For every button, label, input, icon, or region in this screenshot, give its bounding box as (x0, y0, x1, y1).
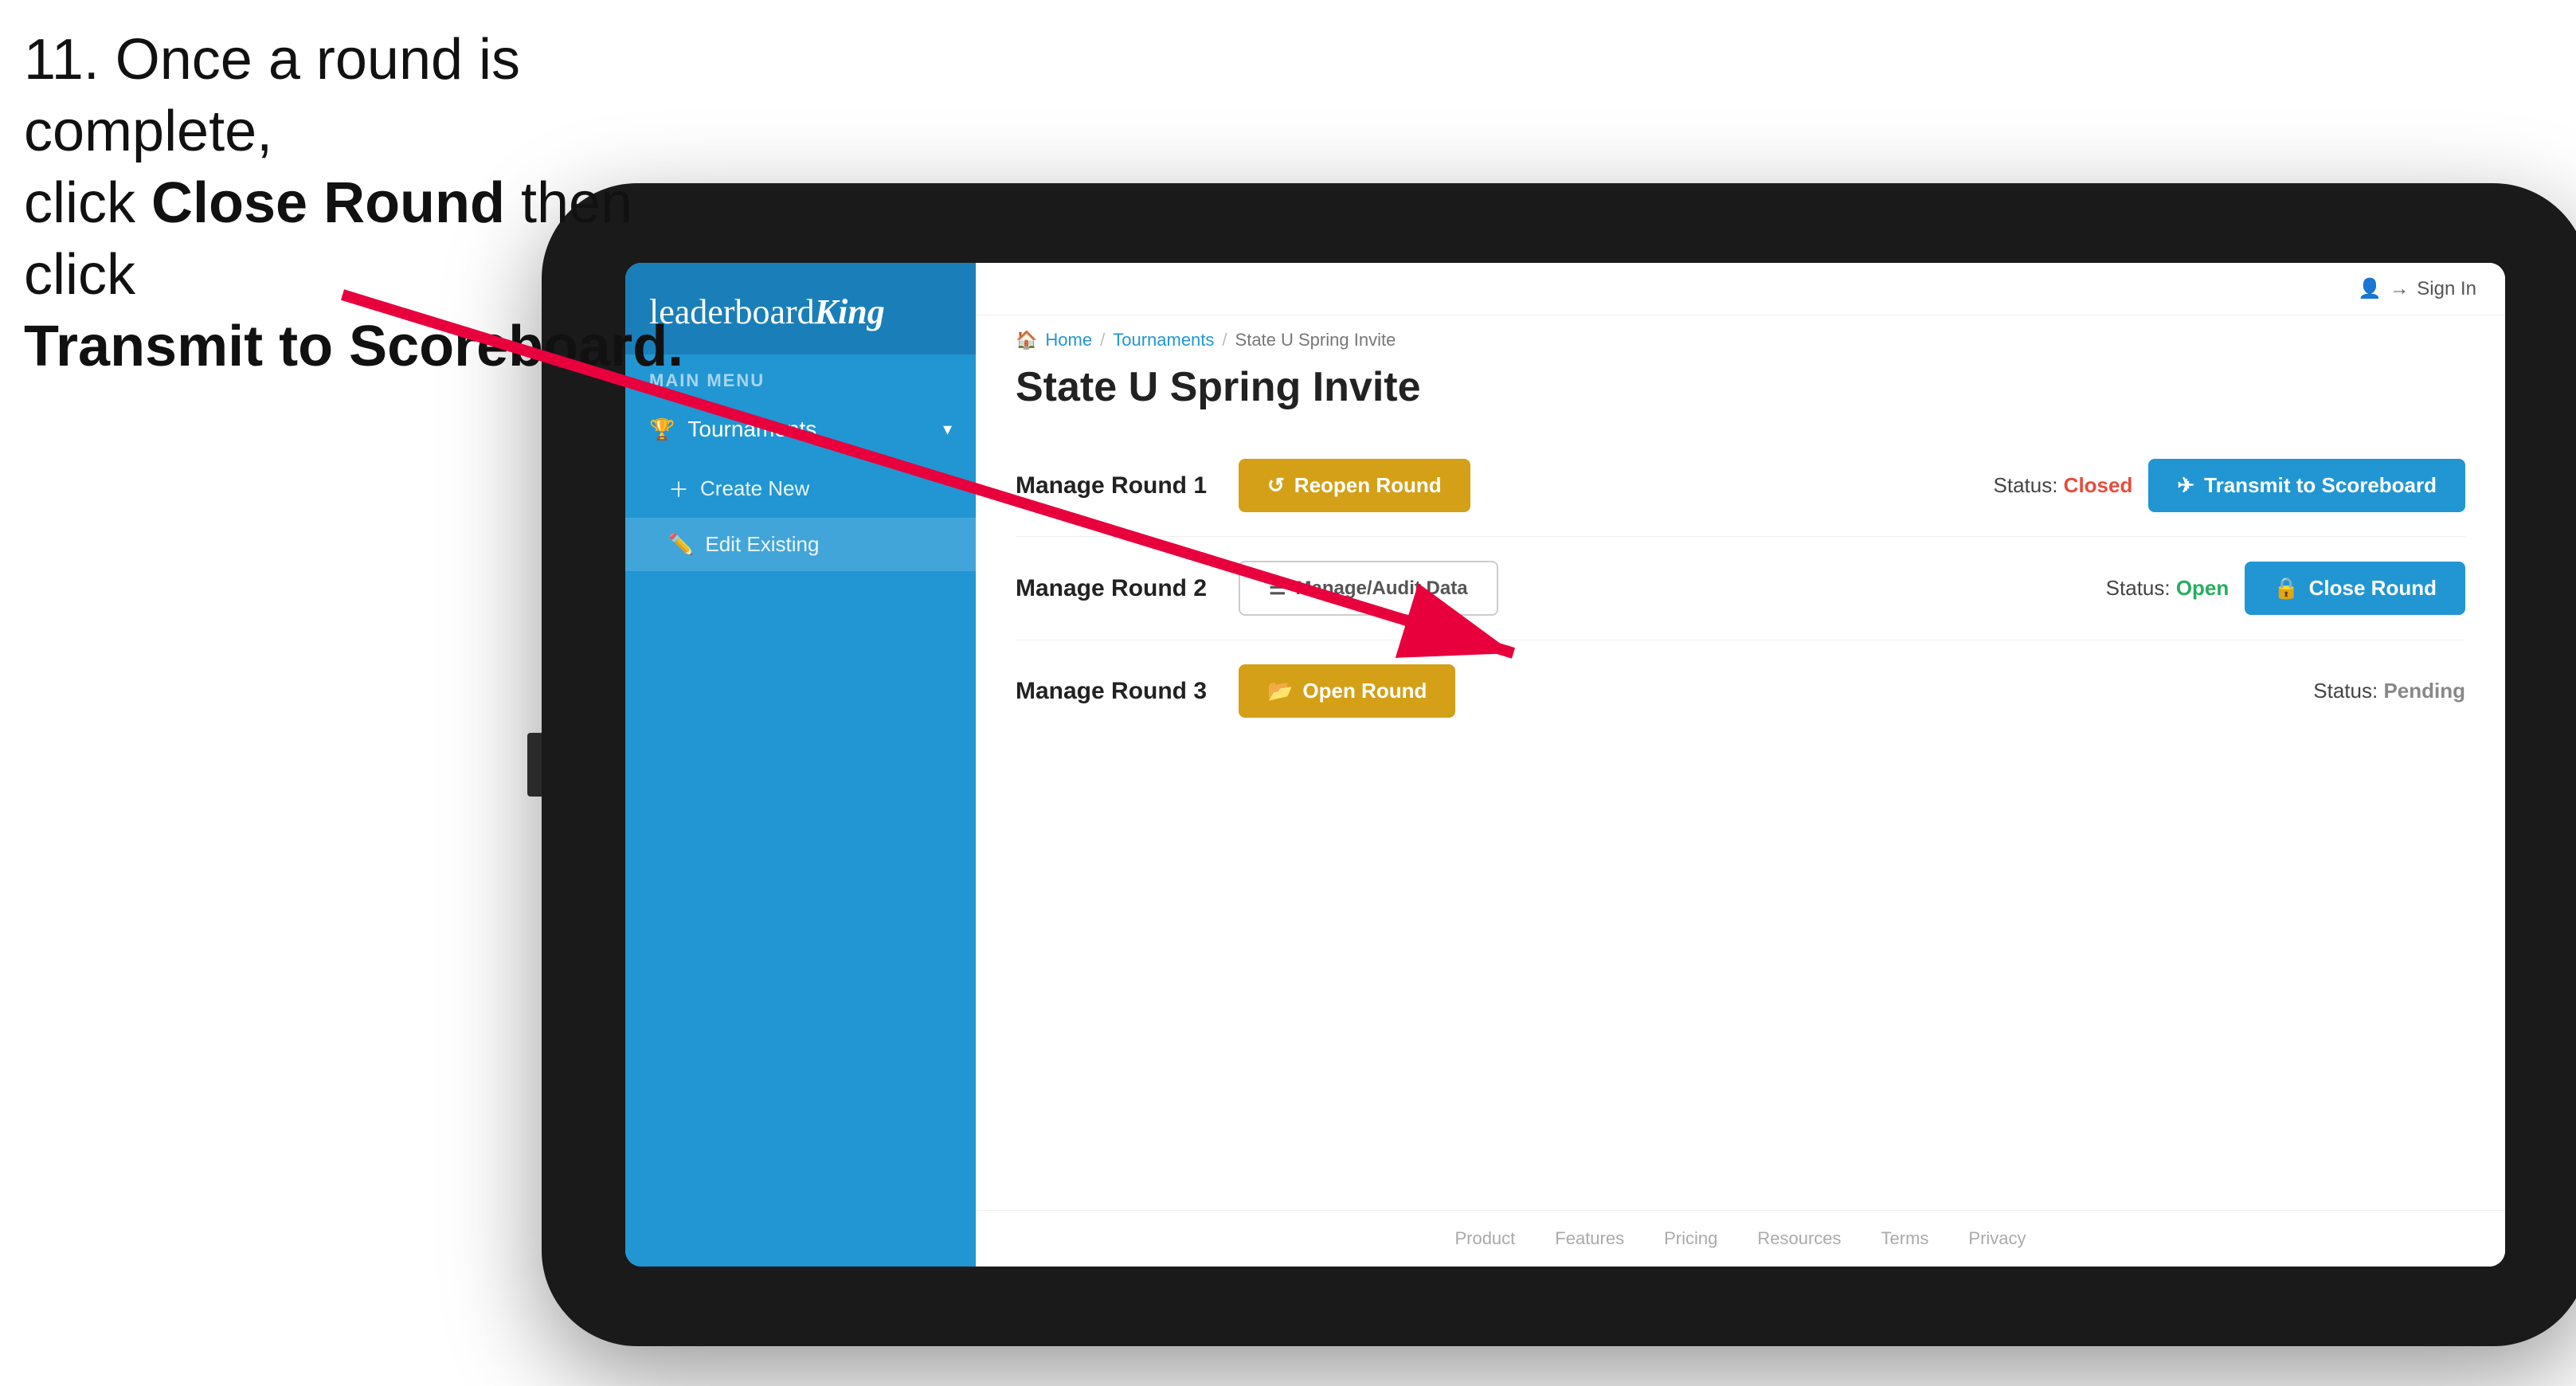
round-2-section: Manage Round 2 ☰ Manage/Audit Data Statu… (1016, 537, 2465, 640)
round-1-status-value: Closed (2064, 473, 2133, 497)
transmit-icon: ✈ (2177, 473, 2194, 498)
instruction-text: 11. Once a round is complete, click Clos… (24, 24, 741, 382)
footer-product[interactable]: Product (1454, 1228, 1515, 1249)
trophy-icon: 🏆 (649, 417, 675, 442)
breadcrumb: 🏠 Home / Tournaments / State U Spring In… (976, 315, 2505, 358)
tablet-screen: leaderboardKing MAIN MENU 🏆 Tournaments … (625, 263, 2505, 1267)
footer-privacy[interactable]: Privacy (1968, 1228, 2026, 1249)
open-round-button[interactable]: 📂 Open Round (1239, 664, 1455, 718)
reopen-label: Reopen Round (1294, 473, 1442, 498)
breadcrumb-sep-2: / (1222, 330, 1227, 350)
page-title: State U Spring Invite (976, 358, 2505, 435)
round-3-status-area: Status: Pending (2313, 679, 2465, 703)
content-area: Manage Round 1 ↺ Reopen Round Status: Cl… (976, 435, 2505, 1210)
tablet-device: leaderboardKing MAIN MENU 🏆 Tournaments … (542, 183, 2576, 1346)
create-new-label: Create New (700, 476, 809, 501)
open-icon: 📂 (1267, 679, 1293, 703)
footer: Product Features Pricing Resources Terms… (976, 1210, 2505, 1267)
transmit-label: Transmit to Scoreboard (2204, 473, 2437, 498)
footer-pricing[interactable]: Pricing (1664, 1228, 1717, 1249)
round-3-section: Manage Round 3 📂 Open Round Status: Pend… (1016, 640, 2465, 742)
round-1-title: Manage Round 1 (1016, 472, 1223, 499)
main-content: 👤 → Sign In 🏠 Home / Tournaments / State… (976, 263, 2505, 1267)
manage-audit-data-button[interactable]: ☰ Manage/Audit Data (1239, 561, 1498, 616)
instruction-line1: 11. Once a round is complete, (24, 28, 520, 163)
reopen-icon: ↺ (1267, 473, 1285, 498)
audit-icon: ☰ (1269, 577, 1286, 600)
round-2-title: Manage Round 2 (1016, 575, 1223, 602)
sidebar-tournaments-label: Tournaments (687, 417, 816, 442)
topbar: 👤 → Sign In (976, 263, 2505, 315)
round-1-buttons: ↺ Reopen Round (1239, 459, 1978, 512)
transmit-to-scoreboard-button[interactable]: ✈ Transmit to Scoreboard (2148, 459, 2465, 512)
signin-label: Sign In (2417, 278, 2476, 300)
plus-icon: ＋ (668, 474, 689, 503)
footer-features[interactable]: Features (1555, 1228, 1624, 1249)
lock-icon: 🔒 (2273, 576, 2299, 601)
round-3-status-value: Pending (2383, 679, 2465, 703)
close-round-label: Close Round (2309, 576, 2437, 601)
round-1-section: Manage Round 1 ↺ Reopen Round Status: Cl… (1016, 435, 2465, 537)
edit-existing-label: Edit Existing (705, 532, 819, 557)
round-3-status-label: Status: Pending (2313, 679, 2465, 703)
round-2-status-area: Status: Open 🔒 Close Round (2106, 562, 2465, 615)
round-2-buttons: ☰ Manage/Audit Data (1239, 561, 2090, 616)
round-2-status-value: Open (2176, 576, 2229, 600)
footer-terms[interactable]: Terms (1881, 1228, 1929, 1249)
round-2-status-label: Status: Open (2106, 576, 2230, 601)
app-container: leaderboardKing MAIN MENU 🏆 Tournaments … (625, 263, 2505, 1267)
sidebar-item-edit-existing[interactable]: ✏️ Edit Existing (625, 518, 976, 571)
logo-king: King (815, 292, 885, 331)
instruction-close-bold: Close Round (151, 171, 505, 235)
round-3-buttons: 📂 Open Round (1239, 664, 2297, 718)
reopen-round-button[interactable]: ↺ Reopen Round (1239, 459, 1470, 512)
sidebar-item-tournaments[interactable]: 🏆 Tournaments ▾ (625, 399, 976, 460)
home-icon: 🏠 (1016, 330, 1037, 350)
round-3-title: Manage Round 3 (1016, 678, 1223, 705)
close-round-button[interactable]: 🔒 Close Round (2245, 562, 2465, 615)
breadcrumb-current: State U Spring Invite (1235, 330, 1396, 350)
instruction-transmit-bold: Transmit to Scoreboard. (24, 315, 683, 378)
edit-icon: ✏️ (668, 532, 694, 557)
breadcrumb-home[interactable]: Home (1045, 330, 1092, 350)
sidebar: leaderboardKing MAIN MENU 🏆 Tournaments … (625, 263, 976, 1267)
user-icon: 👤 (2358, 277, 2382, 300)
breadcrumb-sep-1: / (1100, 330, 1105, 350)
instruction-line2: click Close Round then click (24, 171, 632, 307)
signin-button[interactable]: 👤 → Sign In (2358, 277, 2476, 300)
round-1-status-label: Status: Closed (1994, 473, 2133, 498)
signin-arrow-icon: → (2390, 278, 2409, 300)
audit-label: Manage/Audit Data (1296, 578, 1468, 600)
round-1-status-area: Status: Closed ✈ Transmit to Scoreboard (1994, 459, 2465, 512)
footer-resources[interactable]: Resources (1757, 1228, 1841, 1249)
breadcrumb-tournaments[interactable]: Tournaments (1113, 330, 1214, 350)
sidebar-item-create-new[interactable]: ＋ Create New (625, 460, 976, 518)
tablet-side-button (527, 733, 542, 797)
chevron-down-icon: ▾ (943, 419, 952, 440)
open-round-label: Open Round (1302, 679, 1427, 703)
